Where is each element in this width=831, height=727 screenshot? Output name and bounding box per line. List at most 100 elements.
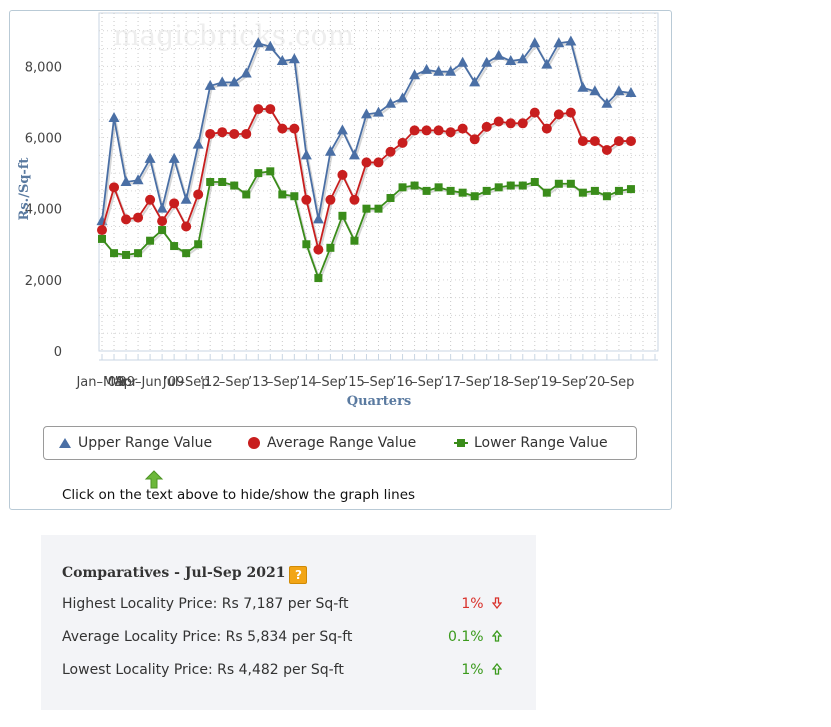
arrow-down-icon — [491, 597, 503, 610]
average-range-point — [313, 244, 324, 255]
series-shadow — [102, 110, 633, 252]
chart-watermark: magicbricks.com — [113, 19, 354, 52]
arrow-up-icon — [491, 629, 503, 642]
lower-range-point — [362, 204, 371, 213]
upper-range-point — [577, 81, 589, 92]
lower-range-point — [314, 274, 323, 283]
lower-range-point — [518, 181, 527, 190]
highest-price-row: Highest Locality Price: Rs 7,187 per Sq-… — [62, 596, 503, 616]
average-range-point — [421, 125, 432, 136]
series-shadow — [102, 42, 633, 224]
lower-range-point — [542, 188, 551, 197]
average-range-point — [565, 107, 576, 118]
help-icon[interactable]: ? — [289, 566, 308, 584]
average-price-row: Average Locality Price: Rs 5,834 per Sq-… — [62, 629, 503, 649]
triangle-marker-icon — [59, 438, 71, 448]
average-range-point — [133, 212, 144, 223]
average-range-point — [121, 214, 132, 225]
upper-range-point — [108, 111, 120, 122]
upper-range-point — [336, 124, 348, 135]
legend-label-upper: Upper Range Value — [78, 435, 213, 451]
legend-item-average[interactable]: Average Range Value — [247, 427, 416, 459]
lower-range-point — [182, 249, 191, 258]
average-range-point — [505, 118, 516, 129]
average-range-point — [445, 127, 456, 138]
lower-range-point — [278, 190, 287, 199]
y-tick-label: 8,000 — [25, 60, 62, 75]
average-price-change: 0.1% — [447, 629, 503, 645]
lower-range-point — [122, 250, 131, 259]
x-tick-label: ’19 — [536, 375, 557, 390]
average-range-point — [457, 123, 468, 134]
upper-range-point — [529, 37, 541, 48]
x-tick-label: ’17 — [440, 375, 461, 390]
average-range-point — [493, 116, 504, 127]
highest-price-change: 1% — [461, 596, 503, 612]
upper-range-point — [421, 63, 433, 74]
lower-range-point — [146, 236, 155, 245]
upper-range-point — [445, 65, 457, 76]
x-tick-label: ’20 — [585, 375, 606, 390]
lower-range-point — [470, 192, 479, 201]
average-range-point — [337, 169, 348, 180]
y-axis-title: Rs./Sq-ft — [17, 158, 32, 221]
lower-range-point — [194, 240, 203, 249]
x-tick-label: –Sep — [315, 375, 346, 390]
lower-range-point — [554, 179, 563, 188]
x-tick-label: ’14 — [296, 375, 317, 390]
average-price-label: Average Locality Price: Rs 5,834 per Sq-… — [62, 629, 353, 645]
x-tick-label: –Sep — [555, 375, 586, 390]
lower-range-point — [386, 194, 395, 203]
average-range-point — [289, 123, 300, 134]
average-range-point — [301, 194, 312, 205]
y-tick-label: 6,000 — [25, 132, 62, 147]
lower-range-point — [326, 243, 335, 252]
upper-range-point — [288, 53, 300, 64]
legend-item-upper[interactable]: Upper Range Value — [58, 427, 212, 459]
average-range-point — [469, 134, 480, 145]
lowest-price-change-value: 1% — [461, 662, 484, 678]
square-marker-icon — [454, 439, 468, 447]
x-tick-label: ’09–Jun — [114, 375, 162, 390]
average-range-point — [325, 194, 336, 205]
average-range-point — [157, 216, 168, 227]
highest-price-change-value: 1% — [461, 596, 484, 612]
lower-range-point — [98, 234, 106, 243]
lower-range-point — [230, 181, 239, 190]
upper-range-point — [481, 56, 493, 67]
x-tick-label: –Sep — [603, 375, 634, 390]
lower-range-point — [422, 186, 431, 195]
average-range-point — [193, 189, 204, 200]
x-tick-label: ’16 — [392, 375, 413, 390]
x-axis-title: Quarters — [347, 394, 412, 409]
average-range-point — [409, 125, 420, 136]
arrow-up-icon — [491, 662, 503, 675]
x-tick-label: ’15 — [344, 375, 365, 390]
upper-range-point — [373, 106, 384, 117]
average-range-point — [205, 128, 216, 139]
comparatives-title-text: Comparatives - Jul-Sep 2021 — [62, 565, 286, 581]
lower-range-point — [482, 186, 491, 195]
legend-item-lower[interactable]: Lower Range Value — [454, 427, 608, 459]
lower-range-point — [206, 178, 215, 186]
lower-range-point — [398, 183, 407, 192]
average-range-point — [277, 123, 288, 134]
lower-range-point — [590, 186, 599, 195]
comparatives-panel: Comparatives - Jul-Sep 2021? Highest Loc… — [41, 535, 536, 710]
average-price-change-value: 0.1% — [447, 629, 484, 645]
lower-range-point — [170, 242, 179, 251]
average-range-point — [229, 128, 240, 139]
lower-range-point — [434, 183, 443, 192]
lower-range-point — [134, 249, 143, 258]
x-tick-label: ’12 — [200, 375, 221, 390]
x-tick-label: ’18 — [488, 375, 509, 390]
lower-range-point — [614, 186, 623, 195]
average-range-point — [217, 127, 228, 138]
y-tick-label: 2,000 — [25, 274, 62, 289]
highest-price-label: Highest Locality Price: Rs 7,187 per Sq-… — [62, 596, 349, 612]
chart-legend: Upper Range Value Average Range Value Lo… — [43, 426, 637, 460]
lower-range-point — [458, 188, 467, 197]
average-range-point — [241, 128, 252, 139]
x-tick-label: –Sep — [507, 375, 538, 390]
average-range-point — [97, 225, 107, 236]
